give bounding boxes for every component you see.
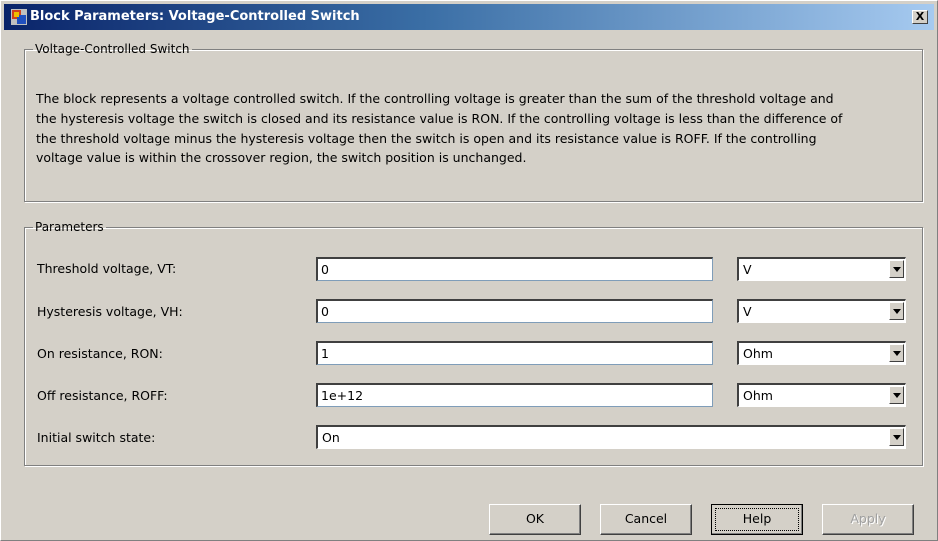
description-line: voltage value is within the crossover re… (36, 150, 527, 166)
description-text: The block represents a voltage controlle… (36, 89, 912, 168)
on-resistance-label: On resistance, RON: (37, 346, 163, 361)
window-title: Block Parameters: Voltage-Controlled Swi… (30, 9, 360, 24)
on-resistance-unit-value: Ohm (743, 346, 773, 361)
initial-switch-state-value: On (322, 430, 340, 445)
close-button[interactable]: X (912, 10, 928, 24)
description-line: The block represents a voltage controlle… (36, 91, 834, 106)
chevron-down-icon[interactable] (889, 344, 904, 362)
description-line: the hysteresis voltage the switch is clo… (36, 110, 843, 126)
threshold-voltage-input[interactable]: 0 (316, 257, 713, 281)
off-resistance-label: Off resistance, ROFF: (37, 388, 168, 403)
hysteresis-voltage-input[interactable]: 0 (316, 299, 713, 323)
hysteresis-voltage-unit-select[interactable]: V (737, 299, 906, 323)
parameters-legend: Parameters (35, 220, 104, 234)
on-resistance-input[interactable]: 1 (316, 341, 713, 365)
initial-switch-state-select[interactable]: On (316, 425, 906, 449)
block-parameters-dialog: Block Parameters: Voltage-Controlled Swi… (0, 0, 938, 541)
ok-button[interactable]: OK (489, 504, 581, 535)
description-line: the threshold voltage minus the hysteres… (36, 130, 817, 146)
threshold-voltage-label: Threshold voltage, VT: (37, 261, 177, 276)
threshold-voltage-unit-value: V (743, 262, 752, 277)
help-button[interactable]: Help (711, 504, 803, 535)
hysteresis-voltage-label: Hysteresis voltage, VH: (37, 304, 183, 319)
threshold-voltage-unit-select[interactable]: V (737, 257, 906, 281)
chevron-down-icon[interactable] (889, 302, 904, 320)
on-resistance-unit-select[interactable]: Ohm (737, 341, 906, 365)
simulink-block-icon (11, 9, 27, 25)
cancel-button[interactable]: Cancel (600, 504, 692, 535)
off-resistance-unit-value: Ohm (743, 388, 773, 403)
off-resistance-input[interactable]: 1e+12 (316, 383, 713, 407)
chevron-down-icon[interactable] (889, 428, 904, 446)
initial-switch-state-label: Initial switch state: (37, 430, 156, 445)
chevron-down-icon[interactable] (889, 386, 904, 404)
chevron-down-icon[interactable] (889, 260, 904, 278)
hysteresis-voltage-unit-value: V (743, 304, 752, 319)
apply-button[interactable]: Apply (822, 504, 914, 535)
description-legend: Voltage-Controlled Switch (35, 42, 190, 56)
description-group: Voltage-Controlled Switch The block repr… (24, 42, 923, 202)
title-bar[interactable]: Block Parameters: Voltage-Controlled Swi… (4, 4, 934, 30)
off-resistance-unit-select[interactable]: Ohm (737, 383, 906, 407)
